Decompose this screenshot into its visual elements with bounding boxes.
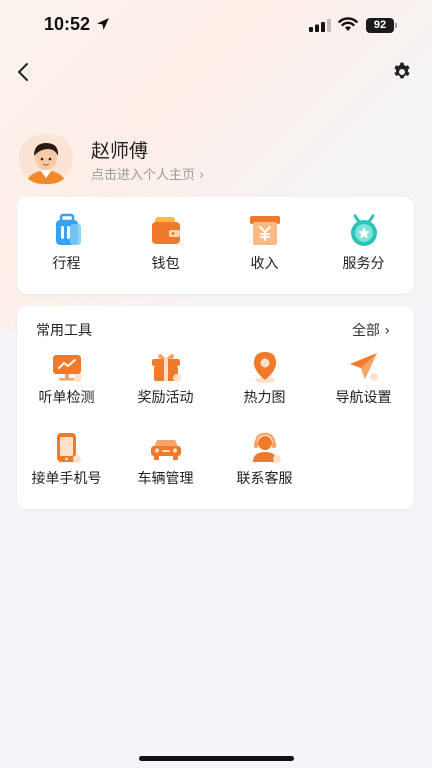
location-arrow-icon <box>97 18 109 30</box>
monitor-check-icon <box>53 355 82 382</box>
tool-label: 导航设置 <box>335 390 392 406</box>
phone-icon <box>57 433 81 463</box>
tool-customer-service[interactable]: 联系客服 <box>215 427 314 489</box>
tool-label: 听单检测 <box>38 390 95 406</box>
tools-all-link[interactable]: 全部 › <box>352 320 390 340</box>
home-indicator[interactable] <box>139 756 294 761</box>
paper-plane-icon <box>350 353 378 381</box>
quick-action-service-score[interactable]: 服务分 <box>314 197 413 294</box>
settings-button[interactable] <box>390 60 414 84</box>
profile-header[interactable]: 赵师傅 点击进入个人主页 › <box>18 134 318 184</box>
tools-title: 常用工具 <box>36 323 92 339</box>
map-pin-icon <box>254 352 276 383</box>
tool-navigation-settings[interactable]: 导航设置 <box>314 346 413 408</box>
gear-icon <box>394 62 410 79</box>
quick-action-trips[interactable]: 行程 <box>17 197 116 294</box>
quick-action-label: 收入 <box>250 256 279 272</box>
customer-service-icon <box>253 432 281 463</box>
quick-action-label: 服务分 <box>342 256 385 272</box>
tool-label: 车辆管理 <box>137 471 194 487</box>
chevron-left-icon <box>18 63 28 81</box>
back-button[interactable] <box>12 60 36 84</box>
tool-label: 联系客服 <box>236 471 293 487</box>
profile-homepage-link[interactable]: 点击进入个人主页 › <box>91 164 204 183</box>
profile-name: 赵师傅 <box>91 140 149 162</box>
battery-tip <box>395 23 397 28</box>
common-tools-card: 常用工具 全部 › 听单检测 奖励活动 热力图 导航设置 接单手机号 车辆管理 … <box>17 306 414 509</box>
tool-label: 接单手机号 <box>31 471 102 487</box>
tool-label: 奖励活动 <box>137 390 194 406</box>
signal-icon <box>309 19 331 32</box>
tool-heatmap[interactable]: 热力图 <box>215 346 314 408</box>
wallet-icon <box>152 217 180 244</box>
suitcase-icon <box>56 213 81 245</box>
tool-order-phone[interactable]: 接单手机号 <box>17 427 116 489</box>
quick-action-income[interactable]: 收入 <box>215 197 314 294</box>
wifi-icon <box>338 17 358 31</box>
quick-actions-card: 行程 钱包 收入 服务分 <box>17 197 414 294</box>
tool-label: 热力图 <box>243 390 286 406</box>
quick-action-label: 行程 <box>52 256 81 272</box>
quick-action-label: 钱包 <box>151 256 180 272</box>
quick-action-wallet[interactable]: 钱包 <box>116 197 215 294</box>
car-icon <box>151 440 181 460</box>
avatar[interactable] <box>18 134 74 184</box>
income-icon <box>250 216 280 245</box>
service-badge-icon <box>351 214 377 246</box>
tool-listen-check[interactable]: 听单检测 <box>17 346 116 408</box>
gift-icon <box>152 354 181 382</box>
status-time: 10:52 <box>44 14 91 34</box>
tool-rewards[interactable]: 奖励活动 <box>116 346 215 408</box>
status-bar: 10:52 92 <box>0 0 432 50</box>
tool-vehicle-management[interactable]: 车辆管理 <box>116 427 215 489</box>
battery-icon: 92 <box>366 18 394 33</box>
